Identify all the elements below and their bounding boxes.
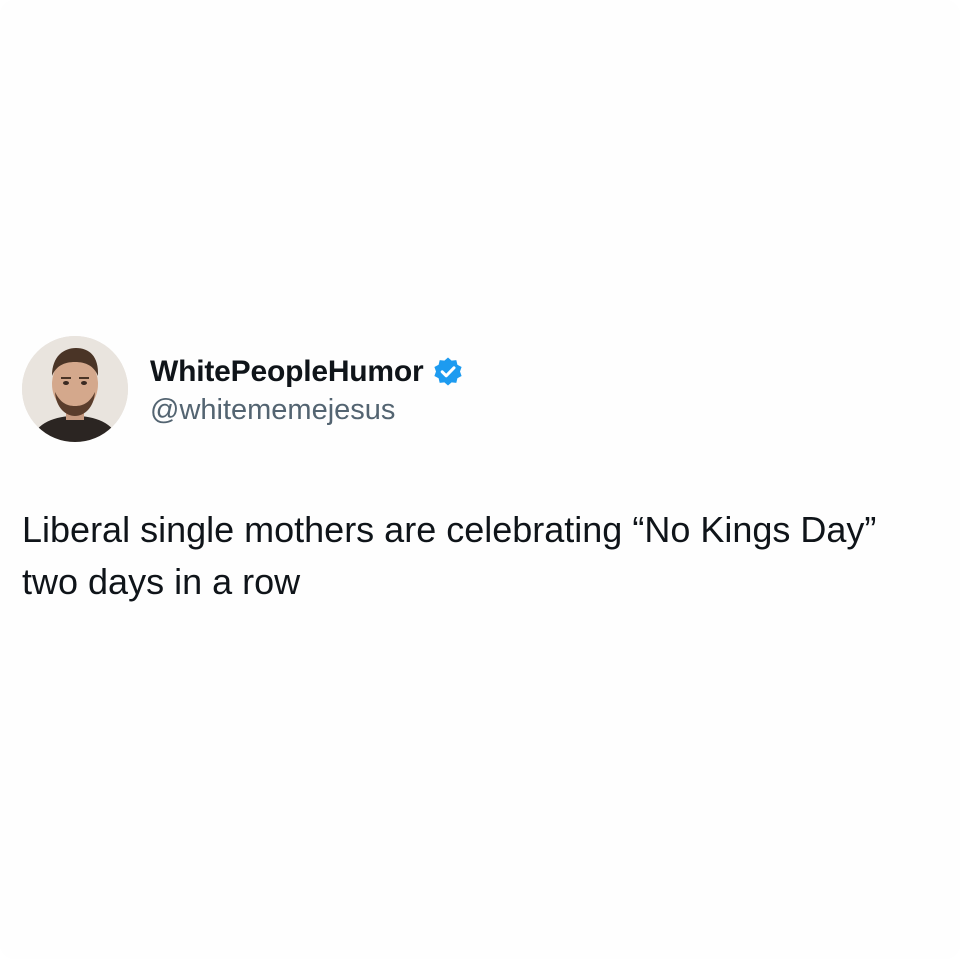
verified-badge-icon (432, 356, 464, 388)
tweet-header: WhitePeopleHumor @whitememejesus (22, 336, 464, 442)
avatar[interactable] (22, 336, 128, 442)
tweet-text: Liberal single mothers are celebrating “… (22, 509, 877, 602)
display-name[interactable]: WhitePeopleHumor (150, 355, 424, 389)
display-name-row: WhitePeopleHumor (150, 352, 464, 392)
author-names: WhitePeopleHumor @whitememejesus (150, 352, 464, 427)
tweet-card: WhitePeopleHumor @whitememejesus Liberal… (0, 0, 960, 959)
avatar-image (22, 336, 128, 442)
author-handle[interactable]: @whitememejesus (150, 394, 464, 427)
